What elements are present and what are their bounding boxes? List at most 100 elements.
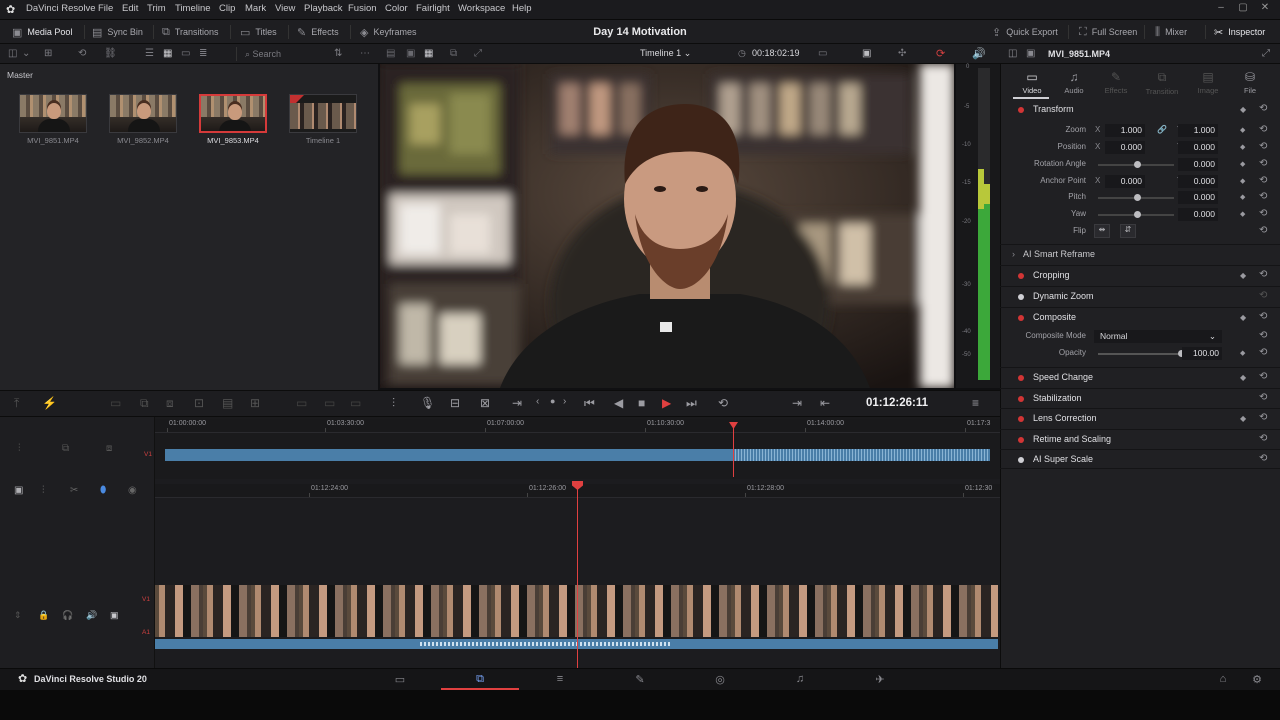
enable-dot[interactable] — [1018, 375, 1024, 381]
link-icon[interactable]: 🔗 — [1157, 125, 1167, 134]
keyframe-icon[interactable]: ◆ — [1240, 210, 1245, 218]
track-tool-icon[interactable]: ⫶ — [18, 443, 21, 454]
section-stabilization[interactable]: Stabilization ⟲ — [1000, 388, 1280, 408]
track-tool-icon[interactable]: ⧈ — [106, 443, 112, 454]
section-ai-super-scale[interactable]: AI Super Scale ⟲ — [1000, 449, 1280, 469]
enable-dot[interactable] — [1018, 294, 1024, 300]
snap-icon[interactable]: ⫶ — [42, 485, 45, 496]
link-icon[interactable]: ⟲ — [78, 48, 86, 59]
anchor-x-field[interactable]: 0.000 — [1105, 175, 1145, 188]
overwrite-icon[interactable]: ⧉ — [140, 396, 149, 411]
reset-icon[interactable]: ⟲ — [1259, 412, 1267, 423]
tab-audio[interactable]: ♫ Audio — [1056, 70, 1092, 95]
inspector-panel-icon[interactable]: ◫ — [1008, 48, 1017, 59]
section-retime-scaling[interactable]: Retime and Scaling ⟲ — [1000, 429, 1280, 449]
reset-icon[interactable]: ⟲ — [1259, 191, 1267, 202]
cursor-icon[interactable]: ⤢ — [474, 48, 482, 59]
cut-tool-icon[interactable]: ✂ — [70, 485, 78, 496]
position-x-field[interactable]: 0.000 — [1105, 141, 1145, 154]
menu-file[interactable]: File — [98, 3, 113, 14]
anchor-y-field[interactable]: 0.000 — [1178, 175, 1218, 188]
tab-transition[interactable]: ⧉ Transition — [1144, 70, 1180, 96]
menu-mark[interactable]: Mark — [245, 3, 266, 14]
menu-color[interactable]: Color — [385, 3, 408, 14]
volume-icon[interactable]: 🔊 — [972, 47, 986, 60]
zoom-y-field[interactable]: 1.000 — [1178, 124, 1218, 137]
section-cropping[interactable]: Cropping ◆ ⟲ — [1000, 265, 1280, 285]
upper-playhead[interactable] — [733, 425, 734, 477]
reset-icon[interactable]: ⟲ — [1259, 141, 1267, 152]
reset-icon[interactable]: ⟲ — [1259, 208, 1267, 219]
sync-bin-button[interactable]: ▤ Sync Bin — [92, 20, 143, 44]
reset-icon[interactable]: ⟲ — [1259, 311, 1267, 322]
lower-timeline[interactable]: ▣ ⫶ ✂ ⬮ ◉ ⇕ 🔒 🎧 🔊 ▣ V1 A1 01:12:24:00 01… — [0, 479, 1000, 669]
menu-playback[interactable]: Playback — [304, 3, 343, 14]
keyframe-icon[interactable]: ◆ — [1240, 193, 1245, 201]
pitch-field[interactable]: 0.000 — [1178, 191, 1218, 204]
keyframe-icon[interactable]: ◆ — [1240, 177, 1245, 185]
list-view-icon[interactable]: ☰ — [145, 48, 154, 59]
pitch-slider-knob[interactable] — [1134, 194, 1141, 201]
mixer-button[interactable]: ⫼ Mixer — [1155, 20, 1187, 44]
safe-area-icon[interactable]: ▣ — [862, 48, 871, 59]
menu-fusion[interactable]: Fusion — [348, 3, 377, 14]
panel-toggle-icon[interactable]: ◫ — [8, 48, 17, 59]
enable-dot[interactable] — [1018, 107, 1024, 113]
close-icon[interactable]: ✕ — [1254, 2, 1276, 18]
page-edit-icon[interactable]: ≡ — [549, 673, 571, 685]
page-color-icon[interactable]: ◎ — [709, 673, 731, 686]
menu-help[interactable]: Help — [512, 3, 532, 14]
headphones-icon[interactable]: 🎧 — [62, 610, 73, 621]
opacity-field[interactable]: 100.00 — [1182, 347, 1222, 360]
marker-dot-icon[interactable]: ● — [550, 396, 555, 406]
microphone-icon[interactable]: 🎙 — [420, 396, 435, 410]
keyframe-icon[interactable]: ◆ — [1240, 105, 1246, 114]
section-lens-correction[interactable]: Lens Correction ◆ ⟲ — [1000, 408, 1280, 428]
bin-name[interactable]: Master — [7, 70, 33, 80]
menu-fairlight[interactable]: Fairlight — [416, 3, 450, 14]
section-dynamic-zoom[interactable]: Dynamic Zoom ⟲ — [1000, 286, 1280, 306]
settings-gear-icon[interactable]: ⚙ — [1246, 673, 1268, 686]
section-speed-change[interactable]: Speed Change ◆ ⟲ — [1000, 367, 1280, 387]
zoom-icon[interactable]: ▭ — [818, 48, 827, 59]
transform-icon[interactable]: ✣ — [898, 48, 906, 59]
settings-slider-icon[interactable]: ⫶ — [392, 396, 395, 411]
tab-file[interactable]: ⛁ File — [1232, 70, 1268, 95]
play-icon[interactable]: ▶ — [662, 396, 671, 410]
reset-icon[interactable]: ⟲ — [1259, 347, 1267, 358]
media-pool-button[interactable]: ▣ Media Pool — [12, 20, 72, 44]
keyframes-button[interactable]: ◈ Keyframes — [360, 20, 416, 44]
full-screen-button[interactable]: ⛶ Full Screen — [1079, 20, 1137, 44]
sort-icon[interactable]: ⇅ — [334, 48, 342, 59]
menu-icon[interactable]: ≡ — [972, 396, 979, 410]
keyframe-icon[interactable]: ◆ — [1240, 313, 1246, 322]
reset-icon[interactable]: ⟲ — [1259, 290, 1267, 301]
smart-insert-icon[interactable]: ▭ — [350, 396, 361, 410]
reset-icon[interactable]: ⟲ — [1259, 392, 1267, 403]
dropdown-icon[interactable]: ⌄ — [22, 48, 30, 59]
page-cut-icon[interactable]: ⧉ — [469, 673, 491, 686]
upper-ruler[interactable]: 01:00:00:00 01:03:30:00 01:07:00:00 01:1… — [155, 419, 1000, 433]
timeline-selector[interactable]: Timeline 1 ⌄ — [640, 48, 691, 59]
replace-icon[interactable]: ⧈ — [166, 396, 174, 411]
yaw-slider-knob[interactable] — [1134, 211, 1141, 218]
track-arrows-icon[interactable]: ⇕ — [14, 610, 22, 621]
mark-out-icon[interactable]: ⇤ — [820, 396, 830, 410]
tab-video[interactable]: ▭ Video — [1014, 70, 1050, 95]
keyframe-icon[interactable]: ◆ — [1240, 271, 1246, 280]
inspector-button[interactable]: ✂ Inspector — [1214, 20, 1265, 44]
composite-mode-select[interactable]: Normal ⌄ — [1094, 330, 1222, 343]
enable-dot[interactable] — [1018, 437, 1024, 443]
enable-dot[interactable] — [1018, 315, 1024, 321]
viewer-mode-icon[interactable]: ▤ — [386, 48, 395, 59]
zoom-x-field[interactable]: 1.000 — [1105, 124, 1145, 137]
loop-icon[interactable]: ⟲ — [718, 396, 728, 410]
monitor-icon[interactable]: ▣ — [110, 610, 119, 621]
filmstrip-view-icon[interactable]: ▭ — [181, 48, 190, 59]
thumbnail-view-icon[interactable]: ▦ — [163, 48, 172, 59]
reset-icon[interactable]: ⟲ — [1259, 371, 1267, 382]
menu-trim[interactable]: Trim — [147, 3, 166, 14]
position-y-field[interactable]: 0.000 — [1178, 141, 1218, 154]
tab-image[interactable]: ▤ Image — [1190, 70, 1226, 95]
media-clip-9851[interactable]: MVI_9851.MP4 — [18, 94, 88, 145]
